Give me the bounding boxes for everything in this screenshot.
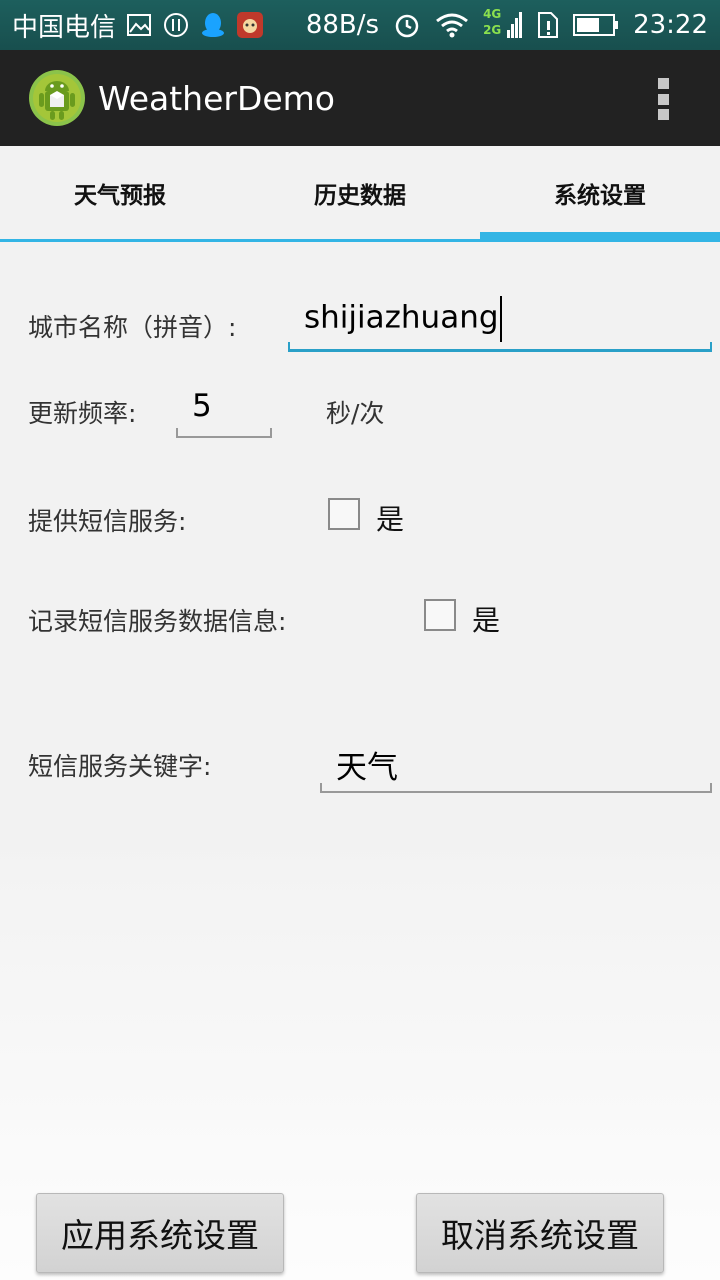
tab-history-data[interactable]: 历史数据 — [240, 146, 480, 239]
signal-icon: 4G 2G — [483, 7, 523, 43]
clock: 23:22 — [633, 10, 708, 40]
sms-keyword-value: 天气 — [336, 750, 398, 786]
sync-icon — [162, 11, 190, 39]
battery-icon — [573, 12, 619, 38]
app-title: WeatherDemo — [98, 78, 335, 118]
network-speed: 88B/s — [305, 10, 380, 40]
qq-icon — [200, 11, 226, 39]
cancel-settings-button[interactable]: 取消系统设置 — [416, 1193, 664, 1273]
update-frequency-input[interactable]: 5 — [192, 388, 212, 424]
action-bar: WeatherDemo — [0, 50, 720, 146]
overflow-menu-icon[interactable] — [658, 78, 670, 120]
sms-record-label: 记录短信服务数据信息: — [28, 607, 287, 636]
sms-keyword-underline — [320, 783, 712, 793]
frequency-unit-label: 秒/次 — [326, 399, 385, 428]
city-name-label: 城市名称（拼音）: — [28, 313, 237, 342]
text-cursor — [499, 296, 502, 342]
network-type-4g: 4G — [483, 7, 502, 21]
alarm-icon — [393, 11, 421, 39]
carrier-name: 中国电信 — [12, 12, 117, 43]
android-logo-icon — [28, 69, 86, 127]
sms-record-checkbox[interactable] — [424, 599, 456, 631]
sms-service-option-label[interactable]: 是 — [376, 498, 404, 538]
update-frequency-label: 更新频率: — [28, 399, 137, 428]
tab-system-settings[interactable]: 系统设置 — [480, 146, 720, 242]
sim-alert-icon — [537, 11, 559, 39]
apply-settings-button[interactable]: 应用系统设置 — [36, 1193, 284, 1273]
sms-record-option-label[interactable]: 是 — [472, 599, 500, 639]
sms-service-label: 提供短信服务: — [28, 507, 187, 536]
tab-weather-forecast[interactable]: 天气预报 — [0, 146, 240, 239]
wifi-icon — [435, 12, 469, 38]
city-name-underline — [288, 342, 712, 352]
sms-service-checkbox[interactable] — [328, 498, 360, 530]
update-frequency-value: 5 — [192, 388, 212, 424]
city-name-input[interactable]: shijiazhuang — [304, 296, 502, 342]
app-notification-icon — [236, 11, 264, 39]
update-frequency-underline — [176, 428, 272, 438]
tab-bar: 天气预报 历史数据 系统设置 — [0, 146, 720, 242]
city-name-value: shijiazhuang — [304, 299, 499, 336]
sms-keyword-input[interactable]: 天气 — [336, 742, 398, 787]
image-icon — [126, 12, 152, 38]
network-type-2g: 2G — [483, 23, 502, 37]
status-bar: 中国电信 88B/s 4G 2G 23:22 — [0, 0, 720, 50]
sms-keyword-label: 短信服务关键字: — [28, 752, 212, 781]
